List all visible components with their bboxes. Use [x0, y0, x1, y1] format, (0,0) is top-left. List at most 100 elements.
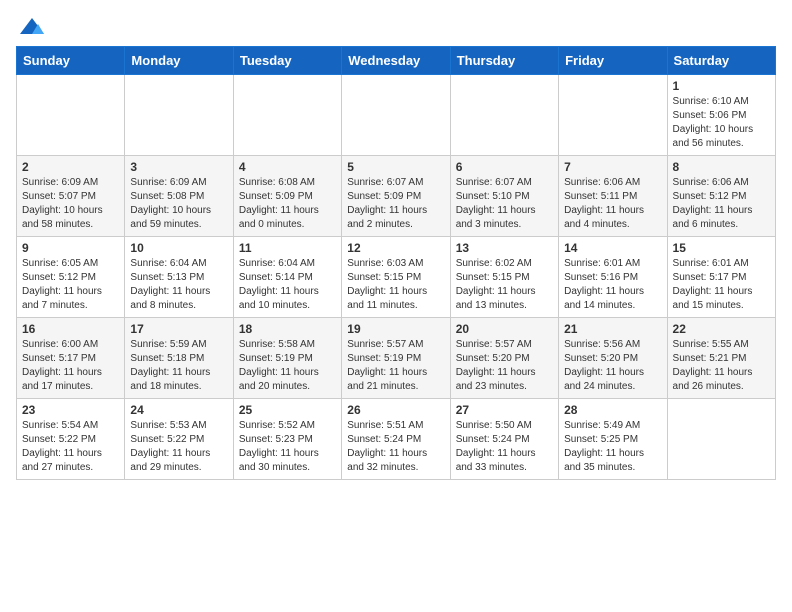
- calendar-cell: 4 Sunrise: 6:08 AM Sunset: 5:09 PM Daylig…: [233, 156, 341, 237]
- day-info: Sunrise: 6:01 AM Sunset: 5:17 PM Dayligh…: [673, 257, 770, 313]
- day-info: Sunrise: 5:53 AM Sunset: 5:22 PM Dayligh…: [130, 419, 227, 475]
- day-number: 6: [456, 160, 553, 174]
- day-info: Sunrise: 5:52 AM Sunset: 5:23 PM Dayligh…: [239, 419, 336, 475]
- day-info: Sunrise: 6:03 AM Sunset: 5:15 PM Dayligh…: [347, 257, 444, 313]
- calendar-cell: [233, 75, 341, 156]
- calendar-cell: 20 Sunrise: 5:57 AM Sunset: 5:20 PM Dayli…: [450, 318, 558, 399]
- calendar-cell: 14 Sunrise: 6:01 AM Sunset: 5:16 PM Dayli…: [559, 237, 667, 318]
- day-number: 3: [130, 160, 227, 174]
- calendar-cell: 27Sunrise: 5:50 AM Sunset: 5:24 PM Dayli…: [450, 399, 558, 480]
- calendar-cell: 28 Sunrise: 5:49 AM Sunset: 5:25 PM Dayli…: [559, 399, 667, 480]
- calendar-cell: 13 Sunrise: 6:02 AM Sunset: 5:15 PM Dayli…: [450, 237, 558, 318]
- day-info: Sunrise: 6:02 AM Sunset: 5:15 PM Dayligh…: [456, 257, 553, 313]
- calendar-cell: 8 Sunrise: 6:06 AM Sunset: 5:12 PM Daylig…: [667, 156, 775, 237]
- calendar-header-thursday: Thursday: [450, 47, 558, 75]
- calendar-header-wednesday: Wednesday: [342, 47, 450, 75]
- day-info: Sunrise: 6:00 AM Sunset: 5:17 PM Dayligh…: [22, 338, 119, 394]
- day-info: Sunrise: 5:50 AM Sunset: 5:24 PM Dayligh…: [456, 419, 553, 475]
- day-info: Sunrise: 5:56 AM Sunset: 5:20 PM Dayligh…: [564, 338, 661, 394]
- calendar-header-saturday: Saturday: [667, 47, 775, 75]
- day-info: Sunrise: 5:51 AM Sunset: 5:24 PM Dayligh…: [347, 419, 444, 475]
- day-info: Sunrise: 6:06 AM Sunset: 5:12 PM Dayligh…: [673, 176, 770, 232]
- day-info: Sunrise: 6:06 AM Sunset: 5:11 PM Dayligh…: [564, 176, 661, 232]
- day-number: 16: [22, 322, 119, 336]
- calendar-cell: 24 Sunrise: 5:53 AM Sunset: 5:22 PM Dayli…: [125, 399, 233, 480]
- day-info: Sunrise: 5:54 AM Sunset: 5:22 PM Dayligh…: [22, 419, 119, 475]
- calendar-cell: 5 Sunrise: 6:07 AM Sunset: 5:09 PM Daylig…: [342, 156, 450, 237]
- day-info: Sunrise: 5:57 AM Sunset: 5:20 PM Dayligh…: [456, 338, 553, 394]
- day-number: 2: [22, 160, 119, 174]
- day-info: Sunrise: 6:08 AM Sunset: 5:09 PM Dayligh…: [239, 176, 336, 232]
- calendar-cell: 19 Sunrise: 5:57 AM Sunset: 5:19 PM Dayli…: [342, 318, 450, 399]
- page-header: [16, 16, 776, 38]
- calendar-cell: [125, 75, 233, 156]
- calendar-cell: 11 Sunrise: 6:04 AM Sunset: 5:14 PM Dayli…: [233, 237, 341, 318]
- logo-icon: [18, 16, 46, 38]
- calendar-cell: 18 Sunrise: 5:58 AM Sunset: 5:19 PM Dayli…: [233, 318, 341, 399]
- day-number: 25: [239, 403, 336, 417]
- day-number: 4: [239, 160, 336, 174]
- day-info: Sunrise: 6:10 AM Sunset: 5:06 PM Dayligh…: [673, 95, 770, 151]
- calendar-table: SundayMondayTuesdayWednesdayThursdayFrid…: [16, 46, 776, 480]
- calendar-cell: [17, 75, 125, 156]
- day-info: Sunrise: 6:09 AM Sunset: 5:08 PM Dayligh…: [130, 176, 227, 232]
- calendar-cell: 15 Sunrise: 6:01 AM Sunset: 5:17 PM Dayli…: [667, 237, 775, 318]
- day-number: 17: [130, 322, 227, 336]
- day-number: 24: [130, 403, 227, 417]
- day-number: 5: [347, 160, 444, 174]
- calendar-cell: 25 Sunrise: 5:52 AM Sunset: 5:23 PM Dayli…: [233, 399, 341, 480]
- calendar-header-monday: Monday: [125, 47, 233, 75]
- calendar-week-row: 16 Sunrise: 6:00 AM Sunset: 5:17 PM Dayli…: [17, 318, 776, 399]
- day-number: 9: [22, 241, 119, 255]
- calendar-cell: 9 Sunrise: 6:05 AM Sunset: 5:12 PM Daylig…: [17, 237, 125, 318]
- calendar-cell: [667, 399, 775, 480]
- calendar-cell: 3 Sunrise: 6:09 AM Sunset: 5:08 PM Daylig…: [125, 156, 233, 237]
- day-number: 28: [564, 403, 661, 417]
- day-number: 1: [673, 79, 770, 93]
- day-info: Sunrise: 6:09 AM Sunset: 5:07 PM Dayligh…: [22, 176, 119, 232]
- day-number: 12: [347, 241, 444, 255]
- day-number: 18: [239, 322, 336, 336]
- day-info: Sunrise: 6:07 AM Sunset: 5:09 PM Dayligh…: [347, 176, 444, 232]
- calendar-header-row: SundayMondayTuesdayWednesdayThursdayFrid…: [17, 47, 776, 75]
- calendar-cell: 21Sunrise: 5:56 AM Sunset: 5:20 PM Dayli…: [559, 318, 667, 399]
- calendar-cell: 2 Sunrise: 6:09 AM Sunset: 5:07 PM Daylig…: [17, 156, 125, 237]
- day-info: Sunrise: 6:04 AM Sunset: 5:13 PM Dayligh…: [130, 257, 227, 313]
- calendar-cell: 22 Sunrise: 5:55 AM Sunset: 5:21 PM Dayli…: [667, 318, 775, 399]
- calendar-cell: 1 Sunrise: 6:10 AM Sunset: 5:06 PM Daylig…: [667, 75, 775, 156]
- calendar-cell: 26Sunrise: 5:51 AM Sunset: 5:24 PM Dayli…: [342, 399, 450, 480]
- day-info: Sunrise: 5:49 AM Sunset: 5:25 PM Dayligh…: [564, 419, 661, 475]
- day-number: 14: [564, 241, 661, 255]
- calendar-cell: 10 Sunrise: 6:04 AM Sunset: 5:13 PM Dayli…: [125, 237, 233, 318]
- calendar-cell: [342, 75, 450, 156]
- day-number: 13: [456, 241, 553, 255]
- calendar-cell: [450, 75, 558, 156]
- day-info: Sunrise: 6:01 AM Sunset: 5:16 PM Dayligh…: [564, 257, 661, 313]
- day-number: 10: [130, 241, 227, 255]
- calendar-week-row: 23 Sunrise: 5:54 AM Sunset: 5:22 PM Dayli…: [17, 399, 776, 480]
- day-number: 19: [347, 322, 444, 336]
- calendar-cell: 12 Sunrise: 6:03 AM Sunset: 5:15 PM Dayli…: [342, 237, 450, 318]
- day-info: Sunrise: 5:55 AM Sunset: 5:21 PM Dayligh…: [673, 338, 770, 394]
- day-number: 15: [673, 241, 770, 255]
- day-number: 23: [22, 403, 119, 417]
- day-info: Sunrise: 5:57 AM Sunset: 5:19 PM Dayligh…: [347, 338, 444, 394]
- calendar-cell: 6 Sunrise: 6:07 AM Sunset: 5:10 PM Daylig…: [450, 156, 558, 237]
- day-number: 8: [673, 160, 770, 174]
- calendar-cell: 7 Sunrise: 6:06 AM Sunset: 5:11 PM Daylig…: [559, 156, 667, 237]
- calendar-cell: 17 Sunrise: 5:59 AM Sunset: 5:18 PM Dayli…: [125, 318, 233, 399]
- day-number: 20: [456, 322, 553, 336]
- calendar-week-row: 1 Sunrise: 6:10 AM Sunset: 5:06 PM Daylig…: [17, 75, 776, 156]
- calendar-header-tuesday: Tuesday: [233, 47, 341, 75]
- calendar-cell: [559, 75, 667, 156]
- day-info: Sunrise: 6:04 AM Sunset: 5:14 PM Dayligh…: [239, 257, 336, 313]
- calendar-cell: 23 Sunrise: 5:54 AM Sunset: 5:22 PM Dayli…: [17, 399, 125, 480]
- day-number: 7: [564, 160, 661, 174]
- day-info: Sunrise: 5:58 AM Sunset: 5:19 PM Dayligh…: [239, 338, 336, 394]
- day-info: Sunrise: 5:59 AM Sunset: 5:18 PM Dayligh…: [130, 338, 227, 394]
- day-number: 22: [673, 322, 770, 336]
- day-info: Sunrise: 6:05 AM Sunset: 5:12 PM Dayligh…: [22, 257, 119, 313]
- calendar-header-friday: Friday: [559, 47, 667, 75]
- day-info: Sunrise: 6:07 AM Sunset: 5:10 PM Dayligh…: [456, 176, 553, 232]
- day-number: 11: [239, 241, 336, 255]
